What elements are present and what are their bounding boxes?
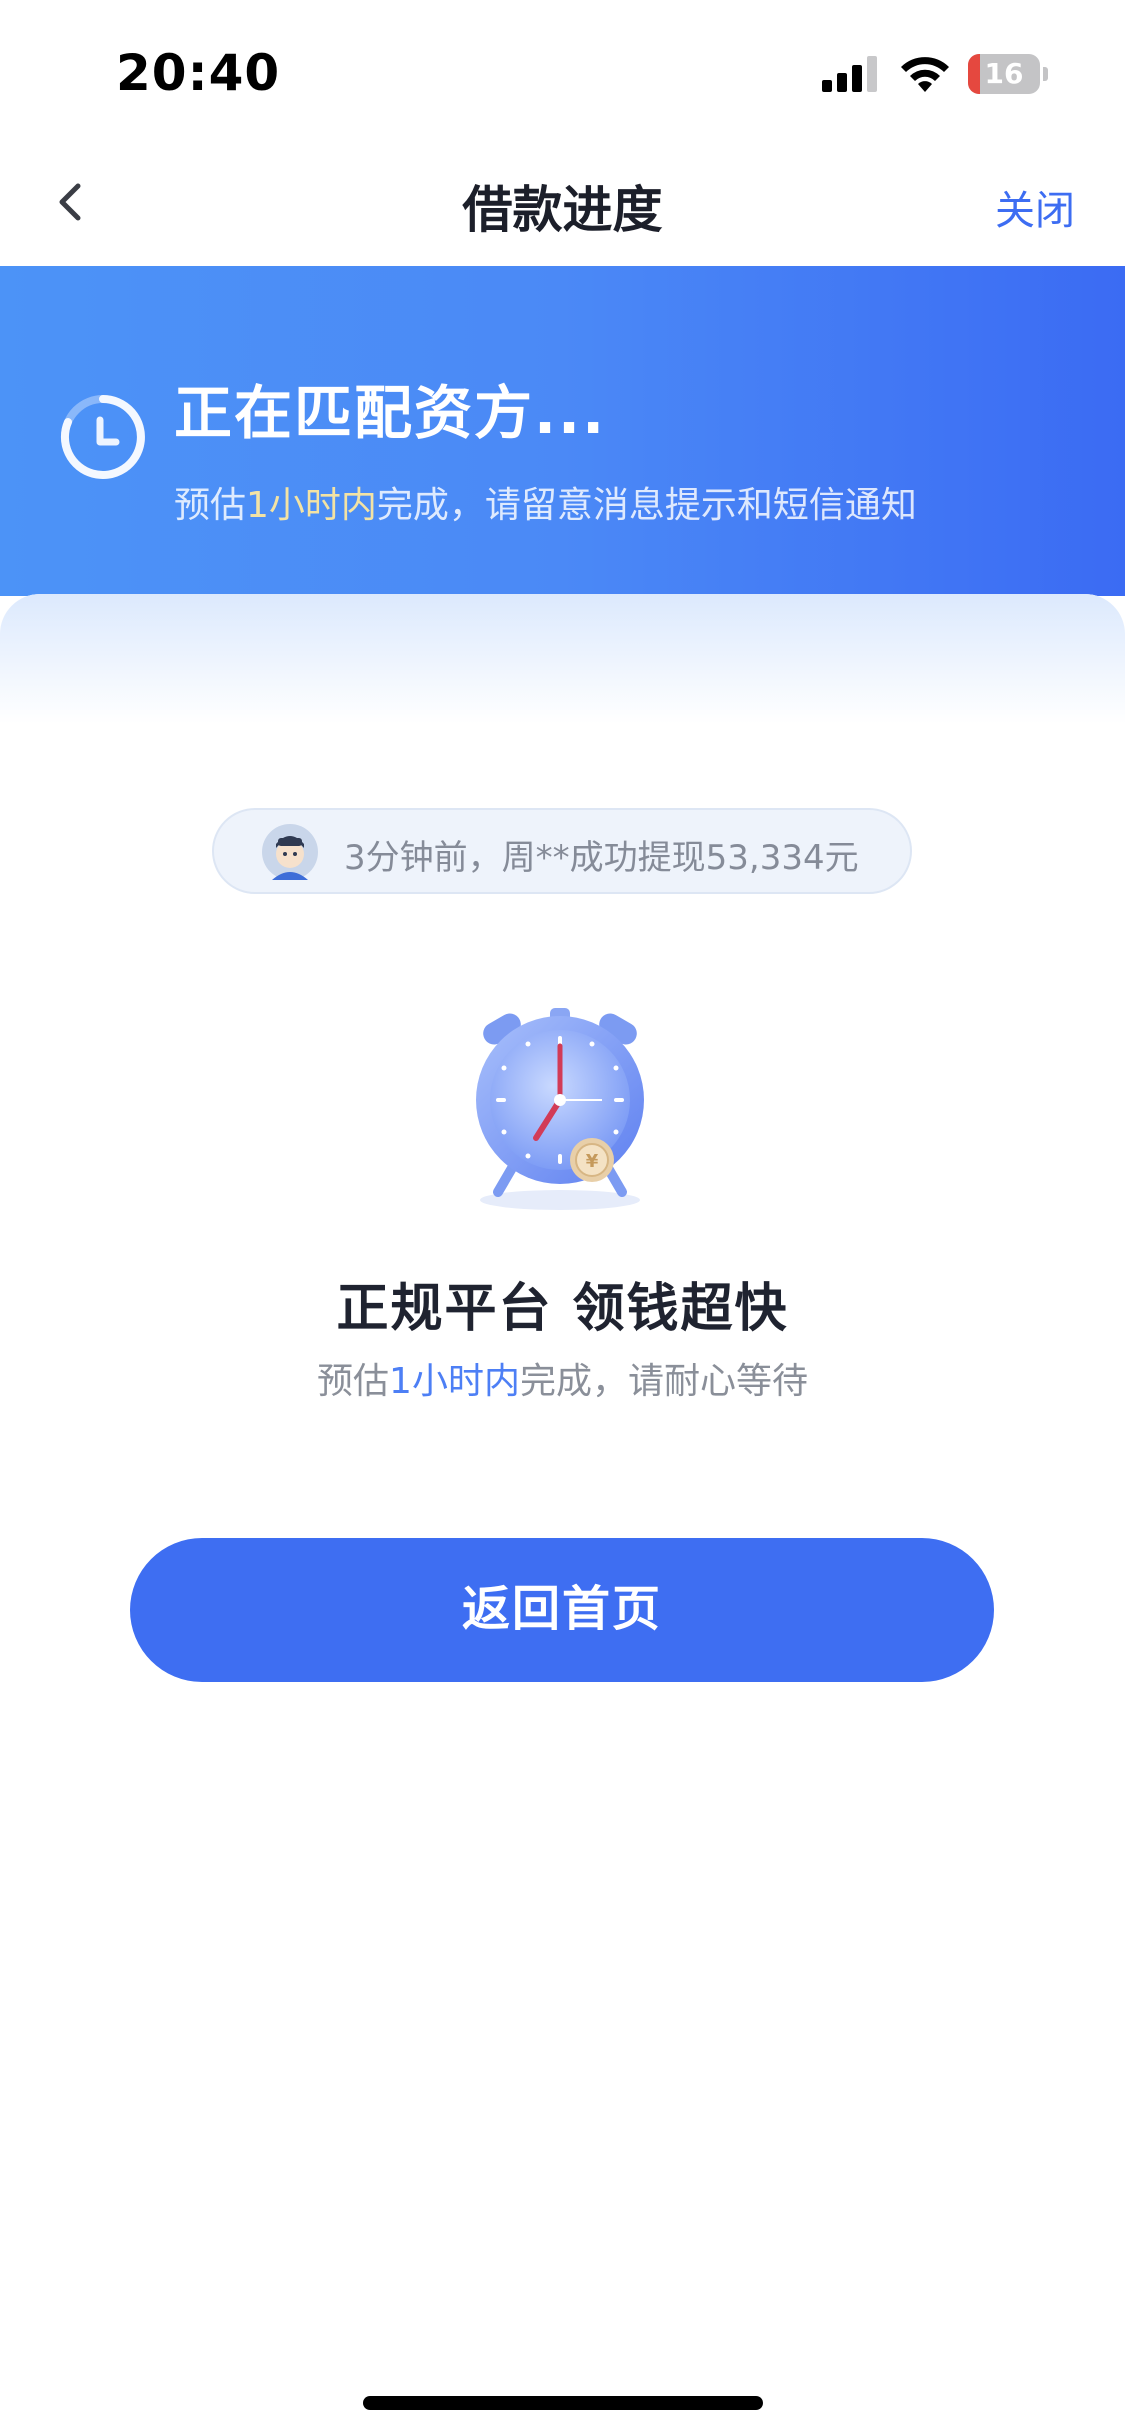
banner-subtitle-highlight: 1小时内 xyxy=(246,485,377,526)
banner-subtitle: 预估1小时内完成，请留意消息提示和短信通知 xyxy=(174,485,917,526)
ticker-text: 3分钟前，周**成功提现53,334元 xyxy=(344,838,859,878)
promo-subtitle-highlight: 1小时内 xyxy=(389,1361,520,1402)
withdrawal-ticker: 3分钟前，周**成功提现53,334元 xyxy=(212,808,912,894)
promo-subtitle: 预估1小时内完成，请耐心等待 xyxy=(317,1361,808,1402)
battery-icon: 16 xyxy=(968,54,1048,94)
close-button[interactable]: 关闭 xyxy=(995,178,1075,236)
cellular-signal-icon xyxy=(822,56,877,92)
status-banner: 正在匹配资方... 预估1小时内完成，请留意消息提示和短信通知 xyxy=(0,266,1125,596)
promo-title: 正规平台 领钱超快 xyxy=(336,1279,789,1339)
alarm-clock-icon: ¥ xyxy=(476,1008,644,1210)
home-indicator xyxy=(363,2396,763,2410)
avatar xyxy=(262,824,318,880)
return-home-button[interactable]: 返回首页 xyxy=(130,1538,994,1682)
page-title: 借款进度 xyxy=(462,181,663,239)
wifi-icon xyxy=(901,57,949,92)
status-bar: 20:40 16 xyxy=(0,0,1125,140)
clock-icon xyxy=(60,395,145,479)
navigation-bar: 借款进度 关闭 xyxy=(0,140,1125,266)
svg-text:¥: ¥ xyxy=(586,1151,599,1172)
battery-level: 16 xyxy=(984,57,1024,90)
status-time: 20:40 xyxy=(116,44,281,102)
banner-title: 正在匹配资方... xyxy=(174,379,607,447)
